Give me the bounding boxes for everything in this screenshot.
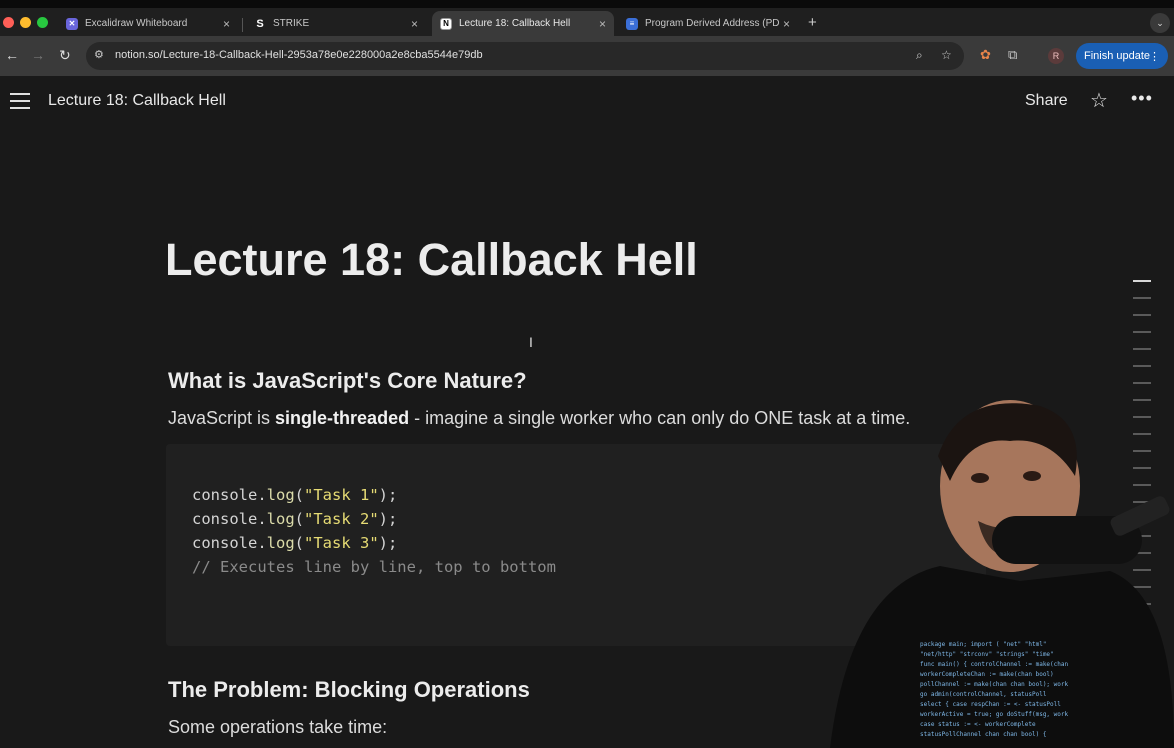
presenter-webcam-overlay: package main; import ( "net" "html" "net… bbox=[830, 400, 1174, 748]
breadcrumb[interactable]: Lecture 18: Callback Hell bbox=[48, 92, 226, 110]
tab-lecture-18[interactable]: N Lecture 18: Callback Hell × bbox=[432, 11, 614, 36]
tab-strip: ✕ Excalidraw Whiteboard × S STRIKE × N L… bbox=[0, 8, 1174, 36]
back-button[interactable]: ← bbox=[5, 47, 19, 63]
zoom-icon[interactable]: ⌕ bbox=[916, 48, 923, 63]
code-token: . bbox=[257, 510, 267, 528]
code-token: console bbox=[192, 534, 258, 552]
code-line: console.log("Task 2"); bbox=[192, 510, 397, 528]
text-cursor-icon: I bbox=[529, 334, 533, 350]
share-button[interactable]: Share bbox=[1025, 92, 1068, 110]
reload-button[interactable]: ↻ bbox=[59, 47, 71, 64]
svg-text:workerActive = true; go doStuf: workerActive = true; go doStuff(msg, wor… bbox=[920, 711, 1068, 718]
code-token: ); bbox=[378, 510, 398, 528]
tab-title: Program Derived Address (PD bbox=[645, 18, 780, 29]
code-token: . bbox=[257, 534, 267, 552]
tab-title: Lecture 18: Callback Hell bbox=[459, 18, 571, 29]
close-tab-icon[interactable]: × bbox=[783, 17, 790, 31]
svg-text:pollChannel := make(chan chan: pollChannel := make(chan chan bool); wor… bbox=[920, 681, 1068, 688]
chevron-down-icon: ⌄ bbox=[1156, 17, 1164, 28]
site-settings-icon[interactable]: ⚙ bbox=[94, 48, 104, 61]
close-window-button[interactable] bbox=[3, 17, 14, 28]
code-token: log bbox=[266, 534, 295, 552]
code-token: console bbox=[192, 510, 258, 528]
maximize-window-button[interactable] bbox=[37, 17, 48, 28]
code-token: log bbox=[266, 486, 295, 504]
menu-icon[interactable] bbox=[10, 93, 30, 109]
url-text[interactable]: notion.so/Lecture-18-Callback-Hell-2953a… bbox=[115, 49, 483, 61]
strike-icon: S bbox=[256, 17, 264, 30]
code-token: ); bbox=[378, 534, 398, 552]
paragraph-single-threaded[interactable]: JavaScript is single-threaded - imagine … bbox=[168, 408, 910, 429]
notion-icon: N bbox=[440, 17, 452, 30]
code-comment: // Executes line by line, top to bottom bbox=[192, 558, 556, 576]
svg-text:case status := <- workerComple: case status := <- workerComplete bbox=[920, 721, 1036, 728]
code-token: "Task 1" bbox=[304, 486, 379, 504]
tab-strike[interactable]: S STRIKE × bbox=[246, 11, 426, 36]
para-text-prefix: JavaScript is bbox=[168, 408, 276, 428]
new-tab-button[interactable]: + bbox=[808, 14, 817, 31]
profile-avatar[interactable]: R bbox=[1048, 48, 1064, 64]
tab-title: Excalidraw Whiteboard bbox=[85, 18, 188, 29]
finish-update-label: Finish update bbox=[1084, 50, 1151, 62]
code-token: "Task 3" bbox=[304, 534, 379, 552]
svg-text:go admin(controlChannel, statu: go admin(controlChannel, statusPoll bbox=[920, 691, 1047, 698]
code-token: ( bbox=[294, 534, 305, 552]
profile-initial: R bbox=[1052, 51, 1060, 61]
section-heading-core-nature[interactable]: What is JavaScript's Core Nature? bbox=[168, 368, 527, 394]
minimize-window-button[interactable] bbox=[20, 17, 31, 28]
svg-text:package main; import ( "net" ": package main; import ( "net" "html" bbox=[920, 641, 1046, 648]
tab-title: STRIKE bbox=[273, 18, 310, 29]
code-line: console.log("Task 1"); bbox=[192, 486, 397, 504]
more-options-icon[interactable]: ••• bbox=[1131, 88, 1153, 109]
code-token: . bbox=[257, 486, 267, 504]
bookmark-star-icon[interactable]: ☆ bbox=[941, 48, 952, 62]
favorite-star-icon[interactable]: ☆ bbox=[1090, 88, 1108, 113]
section-heading-blocking-operations[interactable]: The Problem: Blocking Operations bbox=[168, 677, 530, 703]
extensions-puzzle-icon[interactable]: ⧉ bbox=[1008, 47, 1017, 63]
forward-button[interactable]: → bbox=[31, 47, 45, 63]
paragraph-operations-take-time[interactable]: Some operations take time: bbox=[168, 717, 387, 738]
code-line: console.log("Task 3"); bbox=[192, 534, 397, 552]
tab-divider bbox=[242, 18, 243, 32]
code-token: log bbox=[266, 510, 295, 528]
svg-text:workerCompleteChan := make(cha: workerCompleteChan := make(chan bool) bbox=[920, 671, 1054, 678]
code-token: ( bbox=[294, 486, 305, 504]
extension-icon[interactable]: ✿ bbox=[980, 47, 991, 63]
close-tab-icon[interactable]: × bbox=[223, 17, 230, 31]
svg-text:"net/http" "strconv" "strings": "net/http" "strconv" "strings" "time" bbox=[920, 651, 1054, 658]
window-top-edge bbox=[0, 0, 1174, 8]
close-tab-icon[interactable]: × bbox=[599, 17, 606, 31]
code-token: console bbox=[192, 486, 258, 504]
code-token: ( bbox=[294, 510, 305, 528]
notion-topbar: Lecture 18: Callback Hell Share ☆ ••• bbox=[0, 76, 1174, 126]
close-tab-icon[interactable]: × bbox=[411, 17, 418, 31]
tab-program-derived-address[interactable]: ≡ Program Derived Address (PD × bbox=[618, 11, 798, 36]
code-token: "Task 2" bbox=[304, 510, 379, 528]
docs-icon: ≡ bbox=[626, 17, 638, 30]
svg-text:statusPollChannel chan chan bo: statusPollChannel chan chan bool) { bbox=[920, 731, 1046, 738]
svg-text:func main() { controlChannel :: func main() { controlChannel := make(cha… bbox=[920, 661, 1068, 668]
tab-search-button[interactable]: ⌄ bbox=[1150, 13, 1170, 33]
tab-excalidraw[interactable]: ✕ Excalidraw Whiteboard × bbox=[58, 11, 238, 36]
address-bar-row: ← → ↻ ⚙ notion.so/Lecture-18-Callback-He… bbox=[0, 36, 1174, 76]
para-text-bold: single-threaded bbox=[275, 408, 410, 428]
finish-update-button[interactable]: Finish update ⋮ bbox=[1076, 43, 1168, 69]
omnibox[interactable]: ⚙ notion.so/Lecture-18-Callback-Hell-295… bbox=[86, 42, 964, 70]
svg-text:select { case respChan := <- s: select { case respChan := <- statusPoll bbox=[920, 701, 1061, 708]
kebab-menu-icon: ⋮ bbox=[1149, 50, 1160, 63]
excalidraw-icon: ✕ bbox=[66, 17, 78, 30]
page-title[interactable]: Lecture 18: Callback Hell bbox=[165, 234, 698, 286]
code-token: ); bbox=[378, 486, 398, 504]
